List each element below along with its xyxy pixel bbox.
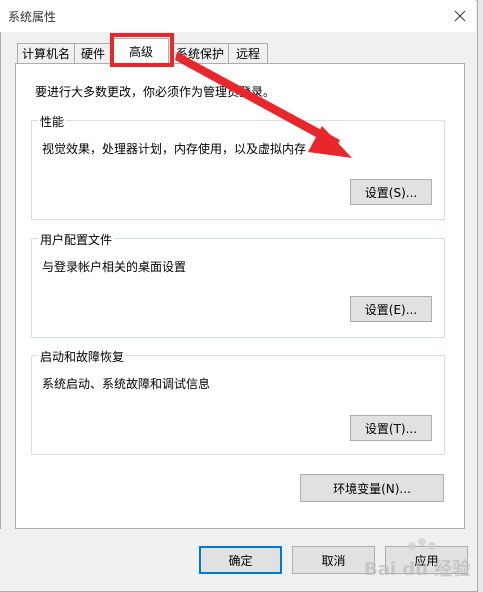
button-label: 设置(S)... — [364, 185, 418, 200]
environment-variables-button[interactable]: 环境变量(N)... — [300, 474, 444, 502]
button-label: 确定 — [228, 553, 253, 568]
close-button[interactable] — [444, 0, 476, 32]
performance-description: 视觉效果，处理器计划，内存使用，以及虚拟内存 — [42, 142, 307, 156]
tab-label: 系统保护 — [175, 47, 224, 61]
button-label: 环境变量(N)... — [333, 481, 411, 496]
close-icon — [454, 10, 466, 22]
startup-recovery-settings-button[interactable]: 设置(T)... — [350, 415, 432, 441]
user-profiles-group-title: 用户配置文件 — [38, 231, 115, 248]
admin-note: 要进行大多数更改，你必须作为管理员登录。 — [35, 85, 276, 99]
title-bar: 系统属性 — [0, 0, 476, 32]
startup-recovery-description: 系统启动、系统故障和调试信息 — [42, 377, 211, 391]
button-label: 设置(E)... — [364, 302, 418, 317]
tab-computer-name[interactable]: 计算机名 — [17, 43, 75, 63]
user-profiles-settings-button[interactable]: 设置(E)... — [350, 296, 432, 322]
tab-hardware[interactable]: 硬件 — [74, 43, 112, 63]
performance-group — [31, 120, 445, 220]
baidu-watermark: Bai du 经验 — [364, 538, 471, 580]
window-title: 系统属性 — [8, 10, 57, 24]
annotation-highlight-box — [110, 33, 174, 67]
user-profiles-group — [31, 238, 445, 338]
tab-label: 计算机名 — [21, 47, 70, 61]
watermark-text: Bai du 经验 — [364, 558, 471, 580]
performance-group-title: 性能 — [38, 113, 67, 130]
background-window-edge — [478, 0, 483, 592]
tab-label: 远程 — [235, 47, 260, 61]
user-profiles-description: 与登录帐户相关的桌面设置 — [42, 260, 187, 274]
tab-remote[interactable]: 远程 — [228, 43, 268, 63]
startup-recovery-group-title: 启动和故障恢复 — [38, 348, 127, 365]
ok-button[interactable]: 确定 — [199, 546, 282, 574]
tab-label: 硬件 — [80, 47, 105, 61]
tab-system-protection[interactable]: 系统保护 — [171, 43, 229, 63]
button-label: 取消 — [321, 553, 346, 568]
performance-settings-button[interactable]: 设置(S)... — [350, 179, 432, 205]
button-label: 设置(T)... — [364, 421, 418, 436]
